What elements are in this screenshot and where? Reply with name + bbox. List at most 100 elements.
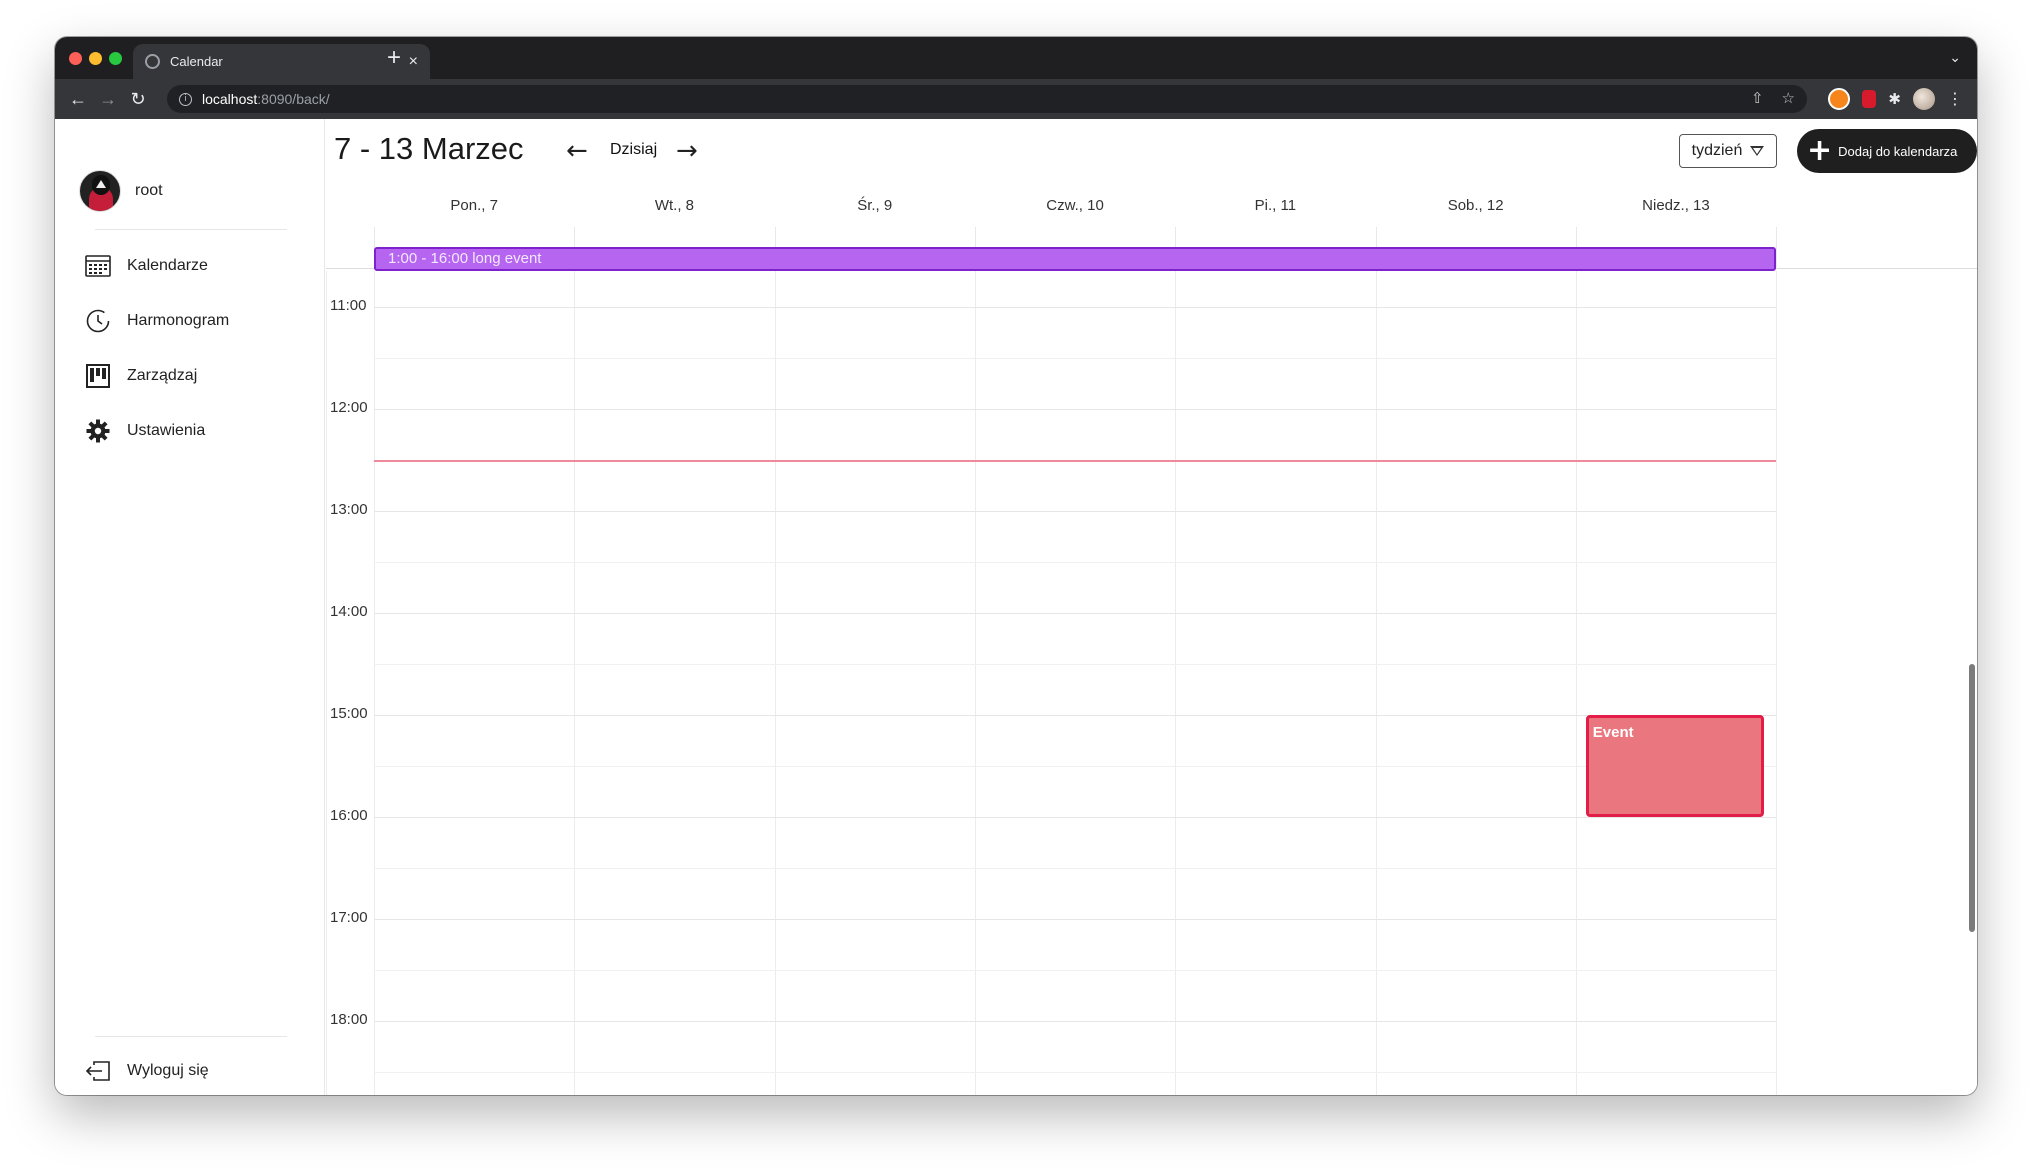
column-divider (1776, 271, 1778, 1095)
arrow-left-icon[interactable]: ← (566, 138, 588, 164)
plus-icon: + (1807, 133, 1833, 168)
column-divider (1776, 227, 1778, 269)
sidebar-item-schedule[interactable]: Harmonogram (85, 309, 229, 333)
extensions-puzzle-icon[interactable]: ✱ (1888, 90, 1901, 108)
hour-line (374, 409, 1776, 410)
new-tab-button[interactable]: + (387, 45, 401, 71)
sidebar: root Kalendarze Harmonogram Zarządzaj Us… (55, 119, 325, 1095)
time-label: 18:00 (330, 1011, 368, 1028)
hour-line (374, 511, 1776, 512)
time-label: 16:00 (330, 807, 368, 824)
calendar-main: 7 - 13 Marzec ← Dzisiaj → tydzień + Doda… (326, 119, 1977, 1095)
avatar (79, 170, 121, 212)
sidebar-item-calendars[interactable]: Kalendarze (85, 254, 208, 278)
view-select-value: tydzień (1691, 142, 1743, 159)
day-header: Pi., 11 (1254, 197, 1297, 214)
maximize-window-button[interactable] (109, 52, 122, 65)
reload-icon[interactable]: ↻ (123, 89, 153, 110)
half-hour-line (374, 562, 1776, 563)
column-divider (374, 271, 375, 1095)
sidebar-item-label: Zarządzaj (127, 367, 198, 384)
logout-label: Wyloguj się (127, 1062, 209, 1079)
tab-close-icon[interactable]: × (409, 53, 418, 71)
calendar-app: root Kalendarze Harmonogram Zarządzaj Us… (55, 119, 1977, 1095)
arrow-right-icon[interactable]: → (676, 138, 698, 164)
hour-line (374, 613, 1776, 614)
add-to-calendar-label: Dodaj do kalendarza (1838, 143, 1958, 159)
grid-left-edge (326, 271, 327, 1095)
column-divider (1375, 271, 1377, 1095)
browser-window: Calendar × + ⌄ ← → ↻ i localhost :8090/b… (55, 37, 1977, 1095)
day-header: Czw., 10 (1046, 197, 1104, 214)
time-label: 15:00 (330, 705, 368, 722)
all-day-event[interactable]: 1:00 - 16:00 long event (374, 247, 1776, 271)
close-window-button[interactable] (69, 52, 82, 65)
user-profile[interactable]: root (79, 170, 163, 212)
url-host: localhost (202, 91, 258, 107)
more-vertical-icon[interactable]: ⋮ (1947, 89, 1963, 109)
forward-arrow-icon[interactable]: → (93, 89, 123, 110)
globe-icon (145, 54, 160, 69)
red-extension-icon[interactable] (1862, 90, 1877, 108)
time-label: 14:00 (330, 603, 368, 620)
column-divider (974, 271, 976, 1095)
half-hour-line (374, 664, 1776, 665)
url-path: :8090/back/ (257, 91, 330, 107)
tab-search-icon[interactable]: ⌄ (1949, 49, 1961, 66)
browser-tab-bar: Calendar × + ⌄ (55, 37, 1977, 79)
metamask-fox-icon[interactable] (1828, 88, 1851, 110)
sidebar-item-label: Kalendarze (127, 257, 208, 274)
sidebar-divider (95, 1036, 287, 1037)
time-grid: 11:00 12:00 13:00 14:00 15:00 16:00 17:00 18:00… (326, 271, 1977, 1095)
half-hour-line (374, 970, 1776, 971)
hour-line (374, 919, 1776, 920)
column-divider (1575, 271, 1577, 1095)
logout-icon (85, 1059, 111, 1083)
kanban-board-icon (85, 364, 111, 388)
minimize-window-button[interactable] (89, 52, 102, 65)
time-label: 17:00 (330, 909, 368, 926)
sidebar-item-settings[interactable]: Ustawienia (85, 419, 205, 443)
day-header: Pon., 7 (450, 197, 498, 214)
tab-title: Calendar (170, 54, 223, 69)
event-card[interactable]: Event (1585, 715, 1765, 817)
sidebar-item-manage[interactable]: Zarządzaj (85, 364, 197, 388)
back-arrow-icon[interactable]: ← (63, 89, 93, 110)
sidebar-item-label: Harmonogram (127, 312, 230, 329)
share-icon[interactable]: ⇧ (1751, 89, 1764, 107)
column-divider (1175, 271, 1177, 1095)
time-label: 13:00 (330, 501, 368, 518)
view-select[interactable]: tydzień (1679, 134, 1777, 168)
vertical-scrollbar[interactable] (1969, 664, 1975, 932)
chevron-down-icon (1750, 146, 1765, 156)
hour-line (374, 715, 1776, 716)
bookmark-star-icon[interactable]: ☆ (1782, 89, 1795, 107)
column-divider (574, 271, 576, 1095)
day-header: Niedz., 13 (1642, 197, 1710, 214)
time-label: 11:00 (330, 297, 367, 314)
profile-avatar-icon[interactable] (1913, 88, 1935, 110)
browser-tab[interactable]: Calendar × (133, 44, 430, 79)
browser-toolbar: ← → ↻ i localhost :8090/back/ ⇧ ☆ ✱ ⋮ (55, 79, 1977, 119)
gear-icon (85, 419, 111, 443)
today-button[interactable]: Dzisiaj (610, 141, 657, 159)
sidebar-item-label: Ustawienia (127, 422, 206, 439)
hour-line (374, 1021, 1776, 1022)
day-header: Sob., 12 (1447, 197, 1504, 214)
calendar-grid-icon (85, 254, 111, 278)
half-hour-line (374, 358, 1776, 359)
current-time-indicator (374, 460, 1776, 462)
info-icon[interactable]: i (179, 92, 192, 106)
column-divider (774, 271, 776, 1095)
half-hour-line (374, 868, 1776, 869)
half-hour-line (374, 1072, 1776, 1073)
address-bar[interactable]: i localhost :8090/back/ ⇧ ☆ (167, 85, 1807, 113)
logout-button[interactable]: Wyloguj się (85, 1059, 209, 1083)
clock-icon (85, 309, 111, 333)
hour-line (374, 817, 1776, 818)
user-name: root (135, 182, 163, 199)
day-header: Wt., 8 (654, 197, 695, 214)
sidebar-divider (95, 229, 287, 230)
hour-line (374, 307, 1776, 308)
add-to-calendar-button[interactable]: + Dodaj do kalendarza (1797, 129, 1977, 173)
